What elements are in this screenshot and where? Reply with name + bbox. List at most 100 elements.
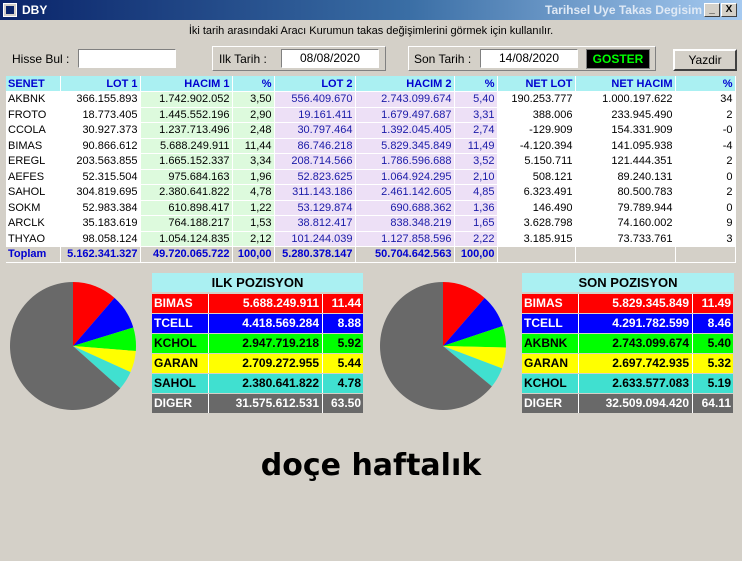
column-header[interactable]: NET HACIM	[575, 76, 676, 92]
table-cell: 2,74	[454, 122, 498, 139]
table-cell: BIMAS	[6, 138, 61, 154]
table-cell: 80.500.783	[575, 184, 676, 201]
position-row: GARAN 2.697.742.935 5.32	[522, 354, 733, 373]
ilk-tarih-field[interactable]: 08/08/2020	[281, 49, 379, 68]
close-button[interactable]: X	[721, 3, 737, 17]
position-row: BIMAS 5.688.249.911 11.44	[152, 294, 363, 313]
table-cell: ARCLK	[6, 215, 61, 232]
total-cell	[575, 246, 676, 263]
column-header[interactable]: %	[675, 76, 736, 92]
total-cell	[675, 246, 736, 263]
total-row: Toplam 5.162.341.327 49.720.065.722 100,00 5…	[6, 246, 736, 263]
minimize-button[interactable]: _	[704, 3, 720, 17]
table-cell: 3,50	[232, 91, 275, 108]
table-cell: 5.688.249.911	[140, 138, 233, 154]
table-cell: 141.095.938	[575, 138, 676, 154]
position-row: SAHOL 2.380.641.822 4.78	[152, 374, 363, 393]
hisse-search-input[interactable]	[78, 49, 176, 68]
table-cell: 2	[675, 107, 736, 123]
position-percent: 5.19	[692, 374, 733, 393]
son-tarih-field[interactable]: 14/08/2020	[480, 49, 578, 68]
table-cell: 146.490	[497, 200, 576, 216]
position-name: TCELL	[152, 314, 208, 333]
caption-text: doçe haftalık	[260, 448, 482, 483]
position-percent: 11.44	[322, 294, 363, 313]
column-header[interactable]: LOT 1	[60, 76, 141, 92]
table-row[interactable]: BIMAS 90.866.612 5.688.249.911 11,44 86.746.…	[6, 138, 736, 154]
table-cell: 19.161.411	[274, 107, 356, 123]
position-value: 4.418.569.284	[208, 314, 322, 333]
son-pozisyon-pie-chart	[380, 282, 506, 410]
ilk-tarih-label: Ilk Tarih :	[219, 52, 267, 66]
position-name: BIMAS	[522, 294, 578, 313]
table-cell: 3.628.798	[497, 215, 576, 232]
column-header[interactable]: %	[232, 76, 275, 92]
position-name: TCELL	[522, 314, 578, 333]
table-cell: 6.323.491	[497, 184, 576, 201]
table-cell: 1.000.197.622	[575, 91, 676, 108]
table-cell: 1.064.924.295	[355, 169, 455, 185]
table-cell: 304.819.695	[60, 184, 141, 201]
table-cell: 101.244.039	[274, 231, 356, 247]
column-header[interactable]: LOT 2	[274, 76, 356, 92]
position-value: 2.947.719.218	[208, 334, 322, 353]
table-cell: 4,78	[232, 184, 275, 201]
table-cell: SAHOL	[6, 184, 61, 201]
table-cell: 556.409.670	[274, 91, 356, 108]
position-row: TCELL 4.418.569.284 8.88	[152, 314, 363, 333]
table-row[interactable]: ARCLK 35.183.619 764.188.217 1,53 38.812.417…	[6, 215, 736, 232]
table-cell: 1,65	[454, 215, 498, 232]
column-header[interactable]: NET LOT	[497, 76, 576, 92]
yazdir-button[interactable]: Yazdir	[673, 49, 737, 71]
position-name: KCHOL	[522, 374, 578, 393]
position-percent: 5.32	[692, 354, 733, 373]
position-row: DIGER 31.575.612.531 63.50	[152, 394, 363, 413]
table-cell: 3.185.915	[497, 231, 576, 247]
table-cell: 2.380.641.822	[140, 184, 233, 201]
table-row[interactable]: AEFES 52.315.504 975.684.163 1,96 52.823.625…	[6, 169, 736, 185]
table-cell: 2,48	[232, 122, 275, 139]
table-cell: 2.743.099.674	[355, 91, 455, 108]
position-value: 5.829.345.849	[578, 294, 692, 313]
table-cell: 98.058.124	[60, 231, 141, 247]
column-header[interactable]: HACIM 1	[140, 76, 233, 92]
table-cell: CCOLA	[6, 122, 61, 139]
total-cell: 49.720.065.722	[140, 246, 233, 263]
dby-window: DBY Tarihsel Uye Takas Degisim _ X İki t…	[0, 0, 742, 561]
table-row[interactable]: EREGL 203.563.855 1.665.152.337 3,34 208.714…	[6, 153, 736, 170]
column-header[interactable]: %	[454, 76, 498, 92]
table-cell: -129.909	[497, 122, 576, 139]
table-cell: 3,31	[454, 107, 498, 123]
table-cell: 2,12	[232, 231, 275, 247]
table-cell: 2,90	[232, 107, 275, 123]
table-cell: 5,40	[454, 91, 498, 108]
table-cell: 11,49	[454, 138, 498, 154]
table-row[interactable]: CCOLA 30.927.373 1.237.713.496 2,48 30.797.4…	[6, 122, 736, 139]
table-cell: AKBNK	[6, 91, 61, 108]
table-cell: 52.983.384	[60, 200, 141, 216]
title-bar[interactable]: DBY Tarihsel Uye Takas Degisim _ X	[0, 0, 742, 20]
table-row[interactable]: SOKM 52.983.384 610.898.417 1,22 53.129.874 6…	[6, 200, 736, 216]
goster-button[interactable]: GOSTER	[586, 49, 650, 69]
total-cell: Toplam	[6, 246, 61, 263]
app-icon	[3, 3, 17, 17]
window-subtitle: Tarihsel Uye Takas Degisim	[545, 3, 702, 17]
table-row[interactable]: SAHOL 304.819.695 2.380.641.822 4,78 311.143…	[6, 184, 736, 201]
table-row[interactable]: AKBNK 366.155.893 1.742.902.052 3,50 556.409…	[6, 91, 736, 108]
position-value: 32.509.094.420	[578, 394, 692, 413]
table-row[interactable]: THYAO 98.058.124 1.054.124.835 2,12 101.244.…	[6, 231, 736, 247]
column-header[interactable]: SENET	[6, 76, 61, 92]
table-cell: -0	[675, 122, 736, 139]
table-cell: 610.898.417	[140, 200, 233, 216]
position-name: GARAN	[152, 354, 208, 373]
table-cell: 5.150.711	[497, 153, 576, 170]
table-cell: 208.714.566	[274, 153, 356, 170]
position-name: DIGER	[152, 394, 208, 413]
table-cell: 90.866.612	[60, 138, 141, 154]
table-row[interactable]: FROTO 18.773.405 1.445.552.196 2,90 19.161.4…	[6, 107, 736, 123]
table-cell: 53.129.874	[274, 200, 356, 216]
position-percent: 11.49	[692, 294, 733, 313]
position-value: 2.380.641.822	[208, 374, 322, 393]
table-cell: 1,96	[232, 169, 275, 185]
column-header[interactable]: HACIM 2	[355, 76, 455, 92]
